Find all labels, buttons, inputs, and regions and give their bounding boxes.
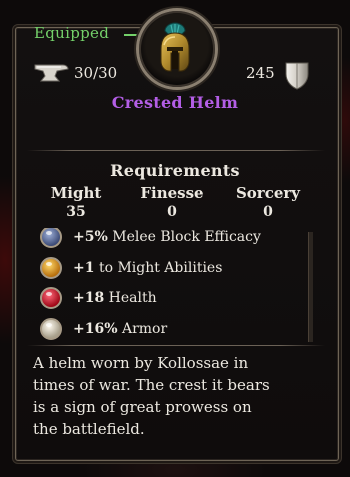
might-orb-icon: [40, 257, 62, 279]
requirement-might-value: 35: [66, 204, 86, 220]
divider-bottom: [27, 345, 325, 346]
requirement-finesse-label: Finesse: [140, 184, 204, 202]
description-line: the battlefield.: [33, 420, 145, 438]
description-line: A helm worn by Kollossae in: [33, 354, 249, 372]
item-description: A helm worn by Kollossae in times of war…: [33, 352, 323, 440]
requirement-finesse-value: 0: [167, 204, 177, 220]
armor-value: 245: [246, 64, 275, 82]
modifier-text: Melee Block Efficacy: [112, 229, 261, 245]
shield-orb-icon: [40, 228, 62, 248]
modifier-row: +5% Melee Block Efficacy: [35, 228, 305, 251]
armor-orb-icon: [40, 318, 62, 340]
item-medallion: [136, 8, 218, 90]
durability-value: 30/30: [74, 64, 118, 82]
armor-shield-icon: [285, 62, 309, 90]
health-orb-icon: [40, 287, 62, 309]
requirements-title: Requirements: [110, 161, 240, 180]
modifier-row: +1 to Might Abilities: [35, 254, 305, 282]
modifier-row: +18 Health: [35, 284, 305, 312]
requirement-sorcery-label: Sorcery: [235, 184, 301, 202]
modifier-text: Armor: [121, 321, 168, 337]
modifier-value: +18: [73, 290, 105, 306]
requirement-might: Might 35: [44, 184, 108, 220]
durability-anvil-icon: [34, 64, 69, 82]
divider-top: [27, 150, 325, 151]
modifier-value: +16%: [73, 321, 118, 337]
modifier-list[interactable]: +5% Melee Block Efficacy +1 to Might Abi…: [35, 228, 318, 344]
description-line: is a sign of great prowess on: [33, 398, 252, 416]
modifier-value: +5%: [73, 229, 108, 245]
equipped-label: Equipped: [34, 24, 110, 42]
description-line: times of war. The crest it bears: [33, 376, 270, 394]
item-name: Crested Helm: [111, 93, 239, 112]
modifier-text: Health: [108, 290, 157, 306]
crested-helm-icon: [160, 22, 190, 72]
modifier-text: to Might Abilities: [98, 260, 223, 276]
modifier-row: +16% Armor: [35, 315, 305, 343]
requirement-sorcery-value: 0: [263, 204, 273, 220]
requirement-sorcery: Sorcery 0: [226, 184, 310, 220]
modifier-value: +1: [73, 260, 95, 276]
requirement-might-label: Might: [50, 184, 102, 202]
modifier-scrollbar[interactable]: [308, 232, 313, 342]
requirement-finesse: Finesse 0: [132, 184, 212, 220]
